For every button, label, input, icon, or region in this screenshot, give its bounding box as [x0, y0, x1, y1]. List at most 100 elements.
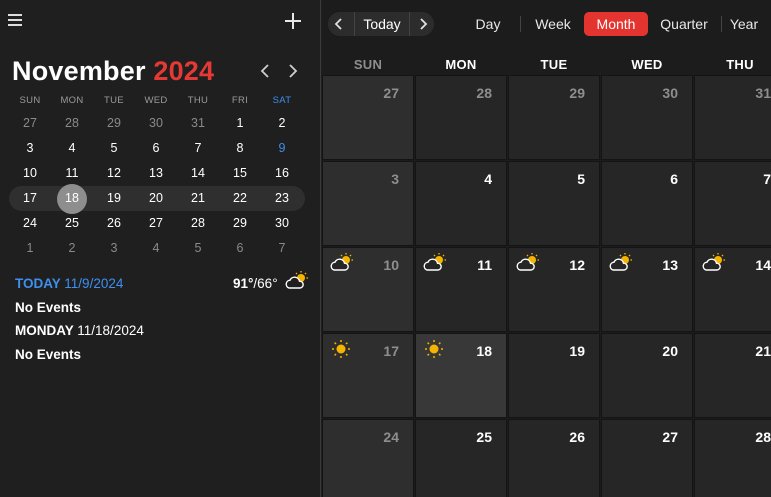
mini-day[interactable]: 1 — [9, 236, 51, 261]
mini-weekday-label: FRI — [231, 95, 249, 106]
mini-next-month-chevron-right-icon[interactable] — [284, 60, 302, 82]
year: 2024 — [153, 56, 215, 86]
day-number: 27 — [662, 429, 678, 445]
day-cell[interactable]: 7 — [694, 161, 771, 246]
mini-day[interactable]: 7 — [261, 236, 303, 261]
day-cell[interactable]: 24 — [322, 419, 414, 497]
mini-day[interactable]: 2 — [51, 236, 93, 261]
mini-day[interactable]: 29 — [219, 211, 261, 236]
mini-day[interactable]: 28 — [177, 211, 219, 236]
menu-icon[interactable] — [8, 14, 22, 26]
agenda-temperature: 91°/66° — [233, 276, 278, 291]
tab-day[interactable]: Day — [470, 12, 506, 36]
mini-weekday-label: SAT — [272, 95, 292, 106]
sidebar: November 2024 SUN MON TUE WED THU FRI SAT 27 28… — [0, 0, 321, 497]
day-cell[interactable]: 27 — [322, 75, 414, 160]
tab-quarter[interactable]: Quarter — [652, 12, 716, 36]
mini-day[interactable]: 16 — [261, 161, 303, 186]
day-cell[interactable]: 27 — [601, 419, 693, 497]
mini-calendar-title: November 2024 — [12, 56, 214, 87]
mini-day[interactable]: 29 — [93, 111, 135, 136]
mini-day[interactable]: 30 — [135, 111, 177, 136]
day-cell[interactable]: 18 — [415, 333, 507, 418]
mini-day[interactable]: 20 — [135, 186, 177, 211]
mini-weekday-label: TUE — [104, 95, 124, 106]
day-cell[interactable]: 21 — [694, 333, 771, 418]
mini-day[interactable]: 2 — [261, 111, 303, 136]
mini-day[interactable]: 6 — [219, 236, 261, 261]
day-cell[interactable]: 11 — [415, 247, 507, 332]
day-number: 29 — [569, 85, 585, 101]
tab-month[interactable]: Month — [584, 12, 648, 36]
mini-day[interactable]: 22 — [219, 186, 261, 211]
mini-weekday-label: THU — [187, 95, 209, 106]
day-cell[interactable]: 29 — [508, 75, 600, 160]
mini-day[interactable]: 27 — [9, 111, 51, 136]
next-period-chevron-right-icon[interactable] — [412, 12, 434, 36]
mini-day[interactable]: 17 — [9, 186, 51, 211]
partly-cloudy-icon — [608, 252, 634, 274]
mini-day[interactable]: 5 — [93, 136, 135, 161]
prev-period-chevron-left-icon[interactable] — [328, 12, 350, 36]
agenda-today-label: TODAY — [15, 276, 61, 291]
day-number: 17 — [383, 343, 399, 359]
agenda-today-date: 11/9/2024 — [64, 276, 124, 291]
day-cell[interactable]: 6 — [601, 161, 693, 246]
add-event-icon[interactable] — [284, 12, 302, 30]
day-cell[interactable]: 14 — [694, 247, 771, 332]
day-cell[interactable]: 5 — [508, 161, 600, 246]
mini-day[interactable]: 6 — [135, 136, 177, 161]
today-button[interactable]: Today — [354, 12, 410, 36]
mini-day[interactable]: 26 — [93, 211, 135, 236]
day-cell[interactable]: 25 — [415, 419, 507, 497]
mini-day[interactable]: 27 — [135, 211, 177, 236]
mini-weekday-label: WED — [144, 95, 168, 106]
day-cell[interactable]: 26 — [508, 419, 600, 497]
mini-day[interactable]: 11 — [51, 161, 93, 186]
mini-day[interactable]: 8 — [219, 136, 261, 161]
mini-day-selected[interactable]: 18 — [51, 184, 93, 214]
mini-day[interactable]: 13 — [135, 161, 177, 186]
partly-cloudy-icon — [284, 270, 310, 292]
mini-prev-month-chevron-left-icon[interactable] — [256, 60, 274, 82]
mini-day[interactable]: 21 — [177, 186, 219, 211]
day-cell[interactable]: 3 — [322, 161, 414, 246]
tab-week[interactable]: Week — [528, 12, 578, 36]
mini-day[interactable]: 14 — [177, 161, 219, 186]
mini-day[interactable]: 30 — [261, 211, 303, 236]
mini-day[interactable]: 28 — [51, 111, 93, 136]
day-number: 7 — [763, 171, 771, 187]
day-cell[interactable]: 10 — [322, 247, 414, 332]
day-cell[interactable]: 28 — [694, 419, 771, 497]
mini-day[interactable]: 4 — [51, 136, 93, 161]
day-cell[interactable]: 17 — [322, 333, 414, 418]
tab-year[interactable]: Year — [726, 12, 762, 36]
mini-day[interactable]: 25 — [51, 211, 93, 236]
mini-day[interactable]: 24 — [9, 211, 51, 236]
day-cell[interactable]: 30 — [601, 75, 693, 160]
mini-day[interactable]: 12 — [93, 161, 135, 186]
mini-day[interactable]: 5 — [177, 236, 219, 261]
day-cell[interactable]: 28 — [415, 75, 507, 160]
month-name: November — [12, 56, 146, 86]
day-cell[interactable]: 13 — [601, 247, 693, 332]
mini-day[interactable]: 10 — [9, 161, 51, 186]
mini-day[interactable]: 31 — [177, 111, 219, 136]
mini-day[interactable]: 3 — [9, 136, 51, 161]
agenda-selected-label: MONDAY — [15, 323, 74, 338]
mini-day[interactable]: 15 — [219, 161, 261, 186]
mini-day[interactable]: 3 — [93, 236, 135, 261]
day-cell[interactable]: 4 — [415, 161, 507, 246]
day-cell[interactable]: 19 — [508, 333, 600, 418]
mini-day[interactable]: 23 — [261, 186, 303, 211]
mini-day[interactable]: 9 — [261, 136, 303, 161]
day-cell[interactable]: 31 — [694, 75, 771, 160]
day-number: 5 — [577, 171, 585, 187]
day-cell[interactable]: 12 — [508, 247, 600, 332]
day-cell[interactable]: 20 — [601, 333, 693, 418]
mini-day[interactable]: 1 — [219, 111, 261, 136]
mini-calendar-weekday-header: SUN MON TUE WED THU FRI SAT — [9, 95, 305, 106]
mini-day[interactable]: 4 — [135, 236, 177, 261]
mini-day[interactable]: 7 — [177, 136, 219, 161]
mini-day[interactable]: 19 — [93, 186, 135, 211]
